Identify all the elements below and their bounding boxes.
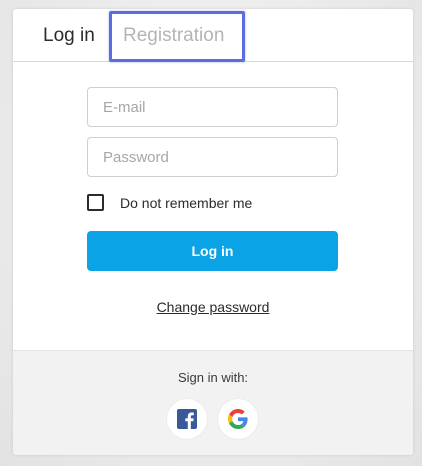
login-card: Log in Registration Do not remember me L… [13,9,413,455]
login-button[interactable]: Log in [87,231,338,271]
google-icon [228,409,248,429]
remember-checkbox[interactable] [87,194,104,211]
password-field[interactable] [87,137,338,177]
change-password-row: Change password [13,298,413,316]
remember-row: Do not remember me [87,194,347,212]
google-button[interactable] [218,399,258,439]
change-password-link[interactable]: Change password [157,299,270,315]
tab-registration[interactable]: Registration [123,24,224,48]
tab-login[interactable]: Log in [43,24,95,48]
social-label: Sign in with: [177,370,249,385]
social-footer: Sign in with: [13,350,413,455]
facebook-icon [177,409,197,429]
tab-bar: Log in Registration [13,9,413,62]
email-field[interactable] [87,87,338,127]
remember-label[interactable]: Do not remember me [120,194,252,212]
facebook-button[interactable] [167,399,207,439]
